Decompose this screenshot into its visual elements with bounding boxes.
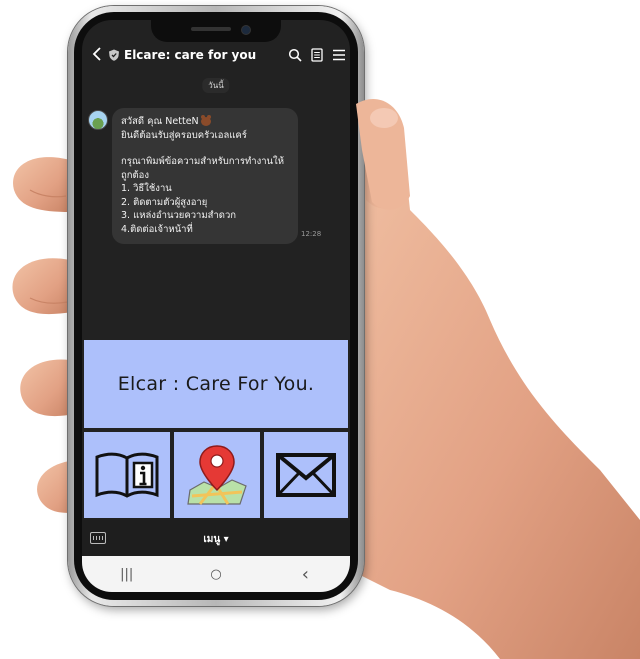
bear-emoji-icon [200,115,211,126]
message-timestamp: 12:28 [301,230,322,238]
menu-toggle-bar: เมนู ▾ [82,520,350,556]
phone-screen: Elcare: care for you วันนี้ สวัสดี คุณ N… [82,20,350,592]
map-pin-icon [187,445,247,505]
date-separator: วันนี้ [202,78,230,93]
message-line: 1. วิธีใช้งาน [121,183,172,194]
envelope-icon [276,453,336,497]
avatar[interactable] [88,110,108,130]
notch [151,20,281,42]
message-line: 3. แหล่งอำนวยความสำดวก [121,210,237,221]
shield-icon [109,49,119,61]
chat-title: Elcare: care for you [124,48,257,62]
chat-header: Elcare: care for you [82,42,350,68]
message-line: สวัสดี คุณ NetteN [121,115,289,129]
message-line: 4.ติดต่อเจ้าหน้าที่ [121,223,193,235]
message-line: ยินดีต้อนรับสู่ครอบครัวเอลแคร์ [121,129,247,141]
message-line: กรุณาพิมพ์ข้อความสำหรับการทำงานให้ [121,156,284,167]
message-line: 2. ติดตามตัวผู้สูงอายุ [121,196,208,208]
notes-icon[interactable] [306,44,328,66]
menu-icon[interactable] [328,44,350,66]
rich-menu-banner[interactable]: Elcar : Care For You. [84,340,348,428]
rich-menu-tracking-button[interactable] [174,432,260,518]
home-icon[interactable]: ○ [196,567,236,582]
rich-menu-guide-button[interactable] [84,432,170,518]
speaker-grille [191,27,231,31]
recent-apps-icon[interactable]: ||| [107,567,147,582]
system-nav-bar: ||| ○ ‹ [82,556,350,592]
search-icon[interactable] [284,44,306,66]
book-info-icon [95,452,159,498]
menu-toggle-button[interactable]: เมนู ▾ [82,532,350,547]
rich-menu-contact-button[interactable] [264,432,348,518]
message-line [121,142,289,155]
nav-back-icon[interactable]: ‹ [285,564,325,585]
chat-area[interactable]: วันนี้ สวัสดี คุณ NetteN ยินดีต้อนรับสู่… [82,68,350,340]
front-camera [241,25,251,35]
message-line: ถูกต้อง [121,169,150,181]
phone-frame: Elcare: care for you วันนี้ สวัสดี คุณ N… [68,6,364,606]
rich-menu: Elcar : Care For You. [82,340,350,520]
back-icon[interactable] [86,46,108,65]
message-bubble: สวัสดี คุณ NetteN ยินดีต้อนรับสู่ครอบครั… [112,108,298,244]
